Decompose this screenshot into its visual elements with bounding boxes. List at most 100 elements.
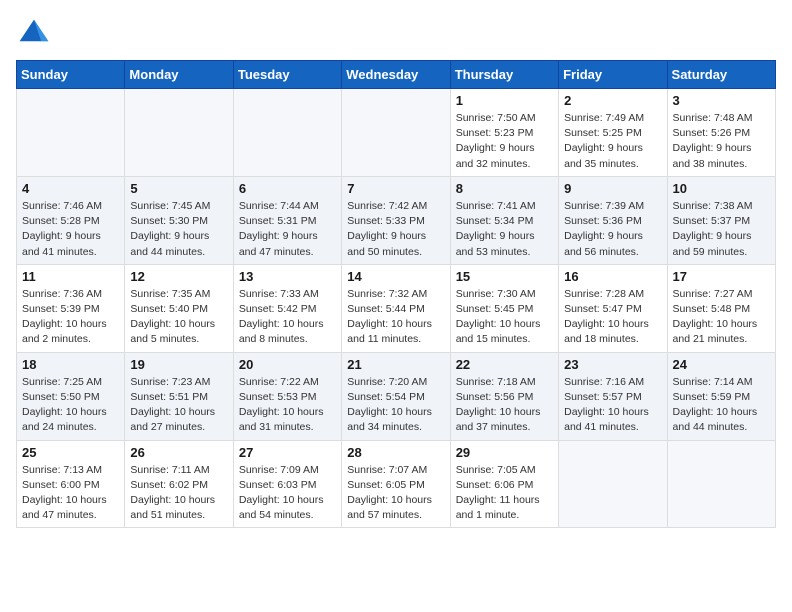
day-info: Sunrise: 7:28 AM Sunset: 5:47 PM Dayligh…	[564, 287, 661, 348]
day-info: Sunrise: 7:36 AM Sunset: 5:39 PM Dayligh…	[22, 287, 119, 348]
week-row-1: 1Sunrise: 7:50 AM Sunset: 5:23 PM Daylig…	[17, 89, 776, 177]
day-number: 10	[673, 181, 770, 196]
day-number: 25	[22, 445, 119, 460]
calendar-cell: 9 Sunrise: 7:39 AM Sunset: 5:36 PM Daylig…	[559, 176, 667, 264]
day-info: Sunrise: 7:11 AM Sunset: 6:02 PM Dayligh…	[130, 463, 227, 524]
day-number: 11	[22, 269, 119, 284]
calendar-cell: 18Sunrise: 7:25 AM Sunset: 5:50 PM Dayli…	[17, 352, 125, 440]
calendar-cell: 10 Sunrise: 7:38 AM Sunset: 5:37 PM Dayli…	[667, 176, 775, 264]
calendar-cell: 12 Sunrise: 7:35 AM Sunset: 5:40 PM Dayli…	[125, 264, 233, 352]
calendar-cell: 17 Sunrise: 7:27 AM Sunset: 5:48 PM Dayli…	[667, 264, 775, 352]
header-cell-sunday: Sunday	[17, 61, 125, 89]
day-info: Sunrise: 7:41 AM Sunset: 5:34 PM Dayligh…	[456, 199, 553, 260]
calendar-cell: 6 Sunrise: 7:44 AM Sunset: 5:31 PM Daylig…	[233, 176, 341, 264]
header-cell-friday: Friday	[559, 61, 667, 89]
calendar-header: SundayMondayTuesdayWednesdayThursdayFrid…	[17, 61, 776, 89]
week-row-5: 25 Sunrise: 7:13 AM Sunset: 6:00 PM Dayli…	[17, 440, 776, 528]
day-number: 19	[130, 357, 227, 372]
header-cell-wednesday: Wednesday	[342, 61, 450, 89]
header-row: SundayMondayTuesdayWednesdayThursdayFrid…	[17, 61, 776, 89]
day-info: Sunrise: 7:13 AM Sunset: 6:00 PM Dayligh…	[22, 463, 119, 524]
calendar-cell: 13 Sunrise: 7:33 AM Sunset: 5:42 PM Dayli…	[233, 264, 341, 352]
day-number: 5	[130, 181, 227, 196]
calendar-cell	[17, 89, 125, 177]
day-number: 20	[239, 357, 336, 372]
day-info: Sunrise: 7:27 AM Sunset: 5:48 PM Dayligh…	[673, 287, 770, 348]
day-info: Sunrise: 7:20 AM Sunset: 5:54 PM Dayligh…	[347, 375, 444, 436]
day-number: 14	[347, 269, 444, 284]
calendar-cell: 19 Sunrise: 7:23 AM Sunset: 5:51 PM Dayli…	[125, 352, 233, 440]
day-number: 27	[239, 445, 336, 460]
logo-icon	[16, 16, 52, 52]
day-number: 8	[456, 181, 553, 196]
day-number: 15	[456, 269, 553, 284]
day-info: Sunrise: 7:09 AM Sunset: 6:03 PM Dayligh…	[239, 463, 336, 524]
calendar-body: 1Sunrise: 7:50 AM Sunset: 5:23 PM Daylig…	[17, 89, 776, 528]
calendar-cell: 26 Sunrise: 7:11 AM Sunset: 6:02 PM Dayli…	[125, 440, 233, 528]
calendar-cell: 7 Sunrise: 7:42 AM Sunset: 5:33 PM Daylig…	[342, 176, 450, 264]
day-info: Sunrise: 7:39 AM Sunset: 5:36 PM Dayligh…	[564, 199, 661, 260]
day-number: 17	[673, 269, 770, 284]
day-info: Sunrise: 7:16 AM Sunset: 5:57 PM Dayligh…	[564, 375, 661, 436]
day-info: Sunrise: 7:33 AM Sunset: 5:42 PM Dayligh…	[239, 287, 336, 348]
calendar-cell: 4 Sunrise: 7:46 AM Sunset: 5:28 PM Daylig…	[17, 176, 125, 264]
calendar-cell: 5 Sunrise: 7:45 AM Sunset: 5:30 PM Daylig…	[125, 176, 233, 264]
day-number: 9	[564, 181, 661, 196]
day-info: Sunrise: 7:30 AM Sunset: 5:45 PM Dayligh…	[456, 287, 553, 348]
calendar-cell: 29Sunrise: 7:05 AM Sunset: 6:06 PM Dayli…	[450, 440, 558, 528]
calendar-cell	[125, 89, 233, 177]
calendar-cell: 21 Sunrise: 7:20 AM Sunset: 5:54 PM Dayli…	[342, 352, 450, 440]
calendar-cell: 24 Sunrise: 7:14 AM Sunset: 5:59 PM Dayli…	[667, 352, 775, 440]
calendar-cell	[233, 89, 341, 177]
day-number: 26	[130, 445, 227, 460]
day-info: Sunrise: 7:07 AM Sunset: 6:05 PM Dayligh…	[347, 463, 444, 524]
calendar-cell: 1Sunrise: 7:50 AM Sunset: 5:23 PM Daylig…	[450, 89, 558, 177]
week-row-4: 18Sunrise: 7:25 AM Sunset: 5:50 PM Dayli…	[17, 352, 776, 440]
week-row-3: 11 Sunrise: 7:36 AM Sunset: 5:39 PM Dayli…	[17, 264, 776, 352]
calendar-cell: 2 Sunrise: 7:49 AM Sunset: 5:25 PM Daylig…	[559, 89, 667, 177]
calendar-table: SundayMondayTuesdayWednesdayThursdayFrid…	[16, 60, 776, 528]
calendar-cell: 3 Sunrise: 7:48 AM Sunset: 5:26 PM Daylig…	[667, 89, 775, 177]
calendar-cell: 23 Sunrise: 7:16 AM Sunset: 5:57 PM Dayli…	[559, 352, 667, 440]
calendar-cell: 20 Sunrise: 7:22 AM Sunset: 5:53 PM Dayli…	[233, 352, 341, 440]
day-number: 6	[239, 181, 336, 196]
day-info: Sunrise: 7:05 AM Sunset: 6:06 PM Dayligh…	[456, 463, 553, 524]
calendar-cell	[667, 440, 775, 528]
day-info: Sunrise: 7:45 AM Sunset: 5:30 PM Dayligh…	[130, 199, 227, 260]
day-info: Sunrise: 7:18 AM Sunset: 5:56 PM Dayligh…	[456, 375, 553, 436]
day-info: Sunrise: 7:46 AM Sunset: 5:28 PM Dayligh…	[22, 199, 119, 260]
day-number: 21	[347, 357, 444, 372]
header-cell-tuesday: Tuesday	[233, 61, 341, 89]
day-number: 13	[239, 269, 336, 284]
day-number: 16	[564, 269, 661, 284]
day-number: 18	[22, 357, 119, 372]
day-info: Sunrise: 7:35 AM Sunset: 5:40 PM Dayligh…	[130, 287, 227, 348]
day-number: 2	[564, 93, 661, 108]
header-cell-thursday: Thursday	[450, 61, 558, 89]
header-cell-monday: Monday	[125, 61, 233, 89]
calendar-cell	[342, 89, 450, 177]
day-info: Sunrise: 7:38 AM Sunset: 5:37 PM Dayligh…	[673, 199, 770, 260]
day-info: Sunrise: 7:44 AM Sunset: 5:31 PM Dayligh…	[239, 199, 336, 260]
day-number: 3	[673, 93, 770, 108]
day-number: 7	[347, 181, 444, 196]
day-info: Sunrise: 7:22 AM Sunset: 5:53 PM Dayligh…	[239, 375, 336, 436]
day-number: 24	[673, 357, 770, 372]
calendar-cell: 28Sunrise: 7:07 AM Sunset: 6:05 PM Dayli…	[342, 440, 450, 528]
day-info: Sunrise: 7:42 AM Sunset: 5:33 PM Dayligh…	[347, 199, 444, 260]
day-info: Sunrise: 7:49 AM Sunset: 5:25 PM Dayligh…	[564, 111, 661, 172]
day-number: 12	[130, 269, 227, 284]
day-number: 4	[22, 181, 119, 196]
day-info: Sunrise: 7:32 AM Sunset: 5:44 PM Dayligh…	[347, 287, 444, 348]
day-number: 23	[564, 357, 661, 372]
week-row-2: 4 Sunrise: 7:46 AM Sunset: 5:28 PM Daylig…	[17, 176, 776, 264]
day-info: Sunrise: 7:48 AM Sunset: 5:26 PM Dayligh…	[673, 111, 770, 172]
day-info: Sunrise: 7:23 AM Sunset: 5:51 PM Dayligh…	[130, 375, 227, 436]
logo	[16, 16, 56, 52]
day-number: 1	[456, 93, 553, 108]
day-info: Sunrise: 7:14 AM Sunset: 5:59 PM Dayligh…	[673, 375, 770, 436]
calendar-cell: 11 Sunrise: 7:36 AM Sunset: 5:39 PM Dayli…	[17, 264, 125, 352]
day-number: 22	[456, 357, 553, 372]
calendar-cell: 22 Sunrise: 7:18 AM Sunset: 5:56 PM Dayli…	[450, 352, 558, 440]
calendar-cell: 8 Sunrise: 7:41 AM Sunset: 5:34 PM Daylig…	[450, 176, 558, 264]
